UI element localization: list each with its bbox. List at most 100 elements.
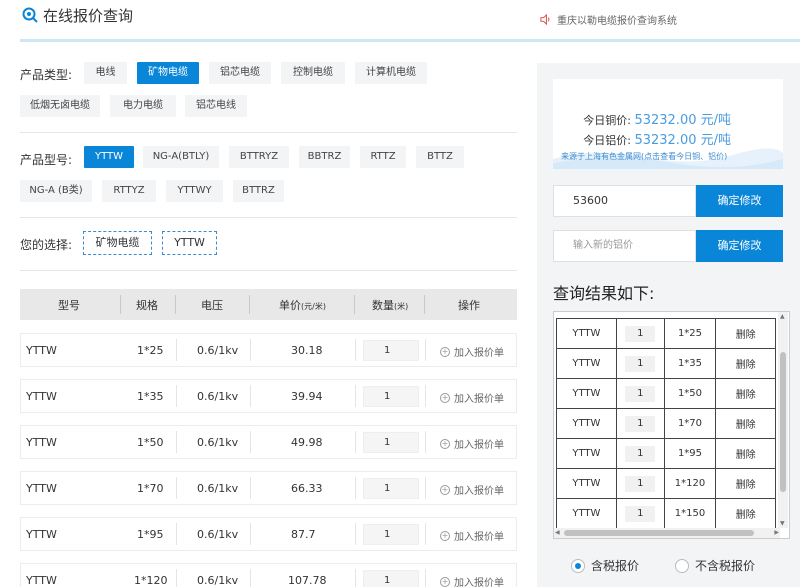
quantity-input[interactable]: 1 (363, 524, 419, 545)
aluminum-price-input[interactable]: 输入新的铝价 (553, 230, 696, 262)
delete-button[interactable]: 删除 (715, 378, 776, 409)
cell-price: 107.78 (288, 574, 327, 587)
quantity-input[interactable]: 1 (363, 386, 419, 407)
cell-divider (176, 431, 177, 453)
col-spec: 规格 (136, 299, 158, 312)
selected-type-tag[interactable]: 矿物电缆 (83, 231, 152, 255)
model-button-selected[interactable]: YTTW (84, 146, 134, 168)
model-button[interactable]: RTTYZ (102, 180, 156, 202)
selected-model-tag[interactable]: YTTW (162, 231, 217, 255)
model-button[interactable]: NG-A(BTLY) (143, 146, 219, 168)
delete-button[interactable]: 删除 (715, 318, 776, 349)
add-to-quote-label: 加入报价单 (454, 348, 504, 359)
cell-spec: 1*25 (137, 344, 164, 357)
product-type-button[interactable]: 控制电缆 (281, 62, 345, 84)
cell-voltage: 0.6/1kv (197, 344, 239, 357)
product-type-button[interactable]: 铝芯电缆 (209, 62, 271, 84)
radio-selected-icon[interactable] (571, 558, 585, 573)
price-table-header: 型号 规格 电压 单价(元/米) 数量(米) 操作 (20, 289, 517, 320)
quantity-input[interactable]: 1 (363, 432, 419, 453)
cell-divider (250, 523, 251, 545)
product-type-button[interactable]: 电力电缆 (110, 95, 176, 117)
model-button[interactable]: YTTWY (166, 180, 223, 202)
product-type-button[interactable]: 电线 (84, 62, 127, 84)
result-model: YTTW (556, 408, 617, 439)
model-label: 产品型号: (20, 153, 73, 167)
vertical-scrollbar[interactable]: ▲ ▼ (778, 312, 788, 528)
col-qty-text: 数量 (372, 299, 394, 312)
confirm-aluminum-button[interactable]: 确定修改 (696, 230, 783, 262)
col-divider (120, 295, 121, 314)
cell-divider (250, 431, 251, 453)
scroll-right-icon[interactable]: ▶ (774, 529, 779, 536)
result-qty[interactable]: 1 (625, 505, 656, 522)
quantity-input[interactable]: 1 (363, 340, 419, 361)
model-button[interactable]: BBTRZ (299, 146, 350, 168)
result-qty-cell: 1 (615, 498, 665, 529)
delete-button[interactable]: 删除 (715, 348, 776, 379)
delete-button[interactable]: 删除 (715, 408, 776, 439)
product-type-button[interactable]: 低烟无卤电缆 (20, 95, 100, 117)
radio-icon[interactable] (675, 558, 689, 573)
without-tax-option[interactable]: 不含税报价 (675, 557, 755, 574)
cell-divider (250, 339, 251, 361)
copper-price: 今日铜价: 53232.00 元/吨 (583, 109, 731, 128)
cell-spec: 1*50 (137, 436, 164, 449)
result-qty[interactable]: 1 (625, 355, 656, 372)
delete-button[interactable]: 删除 (715, 468, 776, 499)
cell-divider (176, 385, 177, 407)
delete-button[interactable]: 删除 (715, 498, 776, 529)
result-qty[interactable]: 1 (625, 385, 656, 402)
result-qty[interactable]: 1 (625, 415, 656, 432)
delete-button[interactable]: 删除 (715, 438, 776, 469)
model-button[interactable]: BTTZ (416, 146, 464, 168)
copper-price-label: 今日铜价: (583, 114, 631, 127)
scroll-left-icon[interactable]: ◀ (555, 529, 560, 536)
scrollbar-thumb[interactable] (564, 530, 754, 536)
confirm-copper-button[interactable]: 确定修改 (696, 185, 783, 217)
col-price-text: 单价 (279, 299, 301, 312)
result-qty[interactable]: 1 (625, 475, 656, 492)
copper-price-input[interactable]: 53600 (553, 185, 696, 217)
quantity-input[interactable]: 1 (363, 478, 419, 499)
add-to-quote-button[interactable]: + 加入报价单 (440, 574, 504, 587)
add-to-quote-button[interactable]: + 加入报价单 (440, 528, 504, 543)
with-tax-option[interactable]: 含税报价 (571, 557, 639, 574)
cell-spec: 1*95 (137, 528, 164, 541)
scroll-up-icon[interactable]: ▲ (780, 313, 785, 320)
product-type-button[interactable]: 计算机电缆 (355, 62, 427, 84)
model-button[interactable]: NG-A (B类) (20, 180, 92, 202)
scrollbar-thumb[interactable] (780, 352, 786, 492)
col-price-unit: (元/米) (301, 302, 326, 311)
horizontal-scrollbar[interactable]: ◀ ▶ (554, 528, 780, 538)
cell-divider (425, 477, 426, 499)
quantity-input[interactable]: 1 (363, 570, 419, 587)
product-type-button[interactable]: 铝芯电线 (185, 95, 247, 117)
notice-text: 重庆以勒电缆报价查询系统 (557, 16, 677, 27)
add-to-quote-label: 加入报价单 (454, 578, 504, 587)
result-qty[interactable]: 1 (625, 445, 656, 462)
quote-panel: 今日铜价: 53232.00 元/吨 今日铝价: 53232.00 元/吨 来源… (537, 63, 800, 587)
add-to-quote-button[interactable]: + 加入报价单 (440, 390, 504, 405)
scroll-down-icon[interactable]: ▼ (780, 520, 785, 527)
add-to-quote-button[interactable]: + 加入报价单 (440, 436, 504, 451)
table-row: YTTW 1*35 0.6/1kv 39.94 1 + 加入报价单 (20, 379, 517, 413)
result-qty-cell: 1 (615, 378, 665, 409)
price-source-link[interactable]: 来源于上海有色金属网(点击查看今日铜、铝价) (561, 151, 727, 162)
result-qty[interactable]: 1 (625, 325, 656, 342)
model-button[interactable]: BTTRYZ (229, 146, 289, 168)
plus-circle-icon: + (440, 392, 450, 403)
table-row: YTTW 1*70 0.6/1kv 66.33 1 + 加入报价单 (20, 471, 517, 505)
cell-voltage: 0.6/1kv (197, 574, 239, 587)
plus-circle-icon: + (440, 438, 450, 449)
model-button[interactable]: BTTRZ (233, 180, 284, 202)
model-button[interactable]: RTTZ (360, 146, 406, 168)
add-to-quote-button[interactable]: + 加入报价单 (440, 344, 504, 359)
product-type-button-selected[interactable]: 矿物电缆 (137, 62, 199, 84)
cell-spec: 1*35 (137, 390, 164, 403)
result-row: YTTW 1 1*35 删除 (556, 348, 776, 379)
result-qty-cell: 1 (615, 438, 665, 469)
cell-model: YTTW (26, 390, 57, 403)
add-to-quote-button[interactable]: + 加入报价单 (440, 482, 504, 497)
result-row: YTTW 1 1*50 删除 (556, 378, 776, 409)
